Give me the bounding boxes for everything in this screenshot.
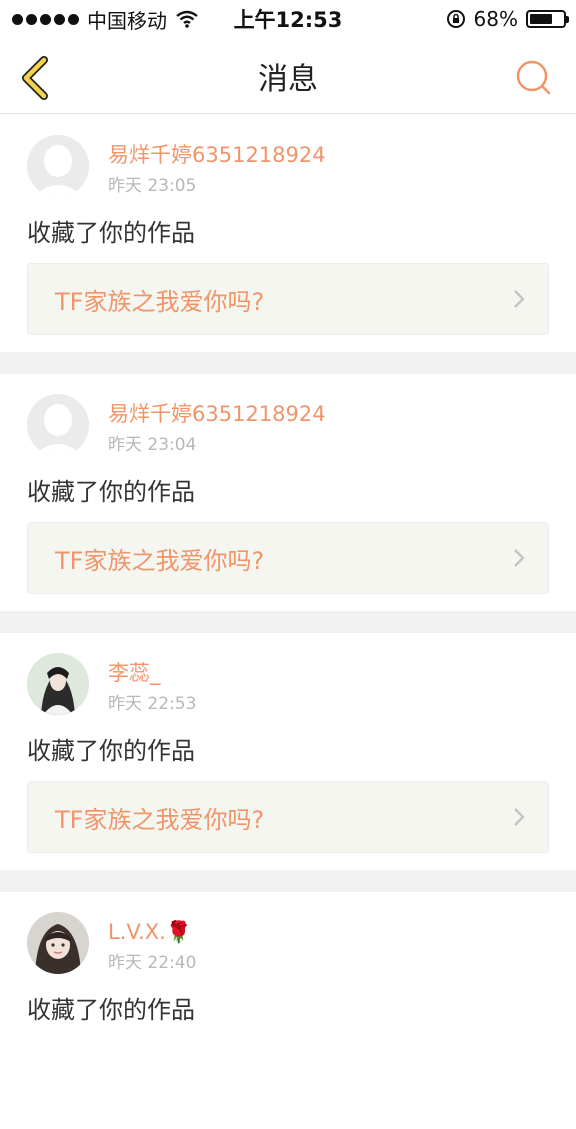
message-item: 易烊千婷6351218924 昨天 23:04 收藏了你的作品 TF家族之我爱你… (0, 374, 576, 611)
navigation-bar: 消息 (0, 38, 576, 114)
page-title: 消息 (258, 61, 318, 97)
timestamp: 昨天 23:05 (108, 176, 197, 196)
carrier-label: 中国移动 (87, 8, 167, 33)
divider (0, 870, 576, 892)
chevron-right-icon (514, 549, 525, 567)
search-button[interactable] (514, 58, 554, 98)
work-link[interactable]: TF家族之我爱你吗? (27, 263, 549, 335)
divider (0, 611, 576, 633)
username[interactable]: 易烊千婷6351218924 (108, 401, 326, 427)
username[interactable]: L.V.X.🌹 (108, 919, 196, 945)
avatar[interactable] (27, 653, 89, 715)
timestamp: 昨天 23:04 (108, 435, 197, 455)
message-item: L.V.X.🌹 昨天 22:40 收藏了你的作品 (0, 892, 576, 1129)
message-item: 李蕊_ 昨天 22:53 收藏了你的作品 TF家族之我爱你吗? (0, 633, 576, 870)
action-text: 收藏了你的作品 (27, 219, 195, 247)
avatar[interactable] (27, 135, 89, 197)
default-avatar-icon (27, 135, 89, 197)
chevron-right-icon (514, 290, 525, 308)
action-text: 收藏了你的作品 (27, 737, 195, 765)
default-avatar-icon (27, 394, 89, 456)
timestamp: 昨天 22:53 (108, 694, 197, 714)
battery-percent: 68% (473, 7, 518, 31)
divider (0, 352, 576, 374)
battery-icon (526, 10, 569, 28)
user-photo-icon (27, 653, 89, 715)
work-link[interactable]: TF家族之我爱你吗? (27, 522, 549, 594)
user-photo-icon (27, 912, 89, 974)
action-text: 收藏了你的作品 (27, 478, 195, 506)
action-text: 收藏了你的作品 (27, 996, 195, 1024)
wifi-icon (176, 10, 198, 28)
signal-icon (12, 13, 79, 25)
work-title: TF家族之我爱你吗? (55, 287, 265, 316)
status-right: 68% (446, 7, 569, 31)
message-list: 易烊千婷6351218924 昨天 23:05 收藏了你的作品 TF家族之我爱你… (0, 115, 576, 1129)
message-item: 易烊千婷6351218924 昨天 23:05 收藏了你的作品 TF家族之我爱你… (0, 115, 576, 352)
work-title: TF家族之我爱你吗? (55, 546, 265, 575)
work-title: TF家族之我爱你吗? (55, 805, 265, 834)
work-link[interactable]: TF家族之我爱你吗? (27, 781, 549, 853)
status-left: 中国移动 (12, 5, 199, 34)
username[interactable]: 李蕊_ (108, 660, 196, 686)
avatar[interactable] (27, 912, 89, 974)
avatar[interactable] (27, 394, 89, 456)
rotation-lock-icon (446, 10, 465, 28)
username[interactable]: 易烊千婷6351218924 (108, 142, 326, 168)
timestamp: 昨天 22:40 (108, 953, 197, 973)
back-button[interactable] (16, 56, 56, 100)
chevron-right-icon (514, 808, 525, 826)
status-bar: 中国移动 上午12:53 68% (0, 0, 576, 38)
